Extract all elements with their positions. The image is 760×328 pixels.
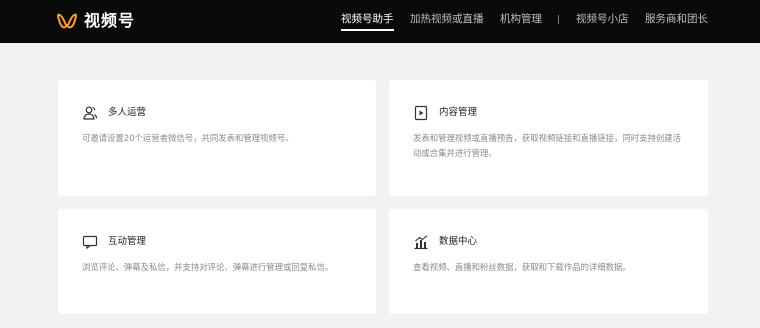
chart-icon <box>414 235 428 250</box>
card-title: 数据中心 <box>439 236 478 247</box>
card-description: 发表和管理视频或直播预告，获取视频链接和直播链接，同时支持创建活动或合集并进行管… <box>413 133 681 158</box>
nav-item-promote[interactable]: 加热视频或直播 <box>410 11 484 31</box>
nav-label: 机构管理 <box>500 13 542 25</box>
nav-label: 加热视频或直播 <box>410 13 484 25</box>
card-title: 内容管理 <box>439 107 478 118</box>
nav-label: 视频号助手 <box>341 13 394 25</box>
card-header: 多人运营 <box>82 104 146 122</box>
card-header: 内容管理 <box>413 104 477 122</box>
users-icon <box>83 106 98 120</box>
card-content-management[interactable]: 内容管理 发表和管理视频或直播预告，获取视频链接和直播链接，同时支持创建活动或合… <box>389 80 708 196</box>
nav-label: 视频号小店 <box>576 13 629 25</box>
card-title: 互动管理 <box>108 236 147 247</box>
nav-item-service-providers[interactable]: 服务商和团长 <box>645 11 708 31</box>
nav-divider <box>558 15 559 24</box>
card-data-center[interactable]: 数据中心 查看视频、直播和粉丝数据，获取和下载作品的详细数据。 <box>389 209 708 314</box>
card-title: 多人运营 <box>108 107 147 118</box>
card-multi-operator[interactable]: 多人运营 可邀请设置20个运营者微信号，共同发表和管理视频号。 <box>58 80 376 196</box>
active-tab-underline <box>341 29 394 31</box>
message-icon <box>82 235 98 249</box>
card-description: 浏览评论、弹幕及私信，并支持对评论、弹幕进行管理或回复私信。 <box>82 262 334 272</box>
nav-item-org-management[interactable]: 机构管理 <box>500 11 542 31</box>
card-interaction-management[interactable]: 互动管理 浏览评论、弹幕及私信，并支持对评论、弹幕进行管理或回复私信。 <box>58 209 376 314</box>
top-nav: 视频号助手 加热视频或直播 机构管理 视频号小店 服务商和团长 <box>0 0 760 43</box>
top-navigation-bar: 视频号 视频号助手 加热视频或直播 机构管理 视频号小店 服务商和团长 <box>0 0 760 43</box>
nav-item-shop[interactable]: 视频号小店 <box>576 11 629 31</box>
card-description: 可邀请设置20个运营者微信号，共同发表和管理视频号。 <box>82 133 294 143</box>
nav-item-channels-assistant[interactable]: 视频号助手 <box>341 11 394 31</box>
card-description: 查看视频、直播和粉丝数据，获取和下载作品的详细数据。 <box>413 262 631 272</box>
card-header: 数据中心 <box>413 233 477 251</box>
play-document-icon <box>414 105 428 121</box>
card-header: 互动管理 <box>82 233 146 251</box>
nav-label: 服务商和团长 <box>645 13 708 25</box>
